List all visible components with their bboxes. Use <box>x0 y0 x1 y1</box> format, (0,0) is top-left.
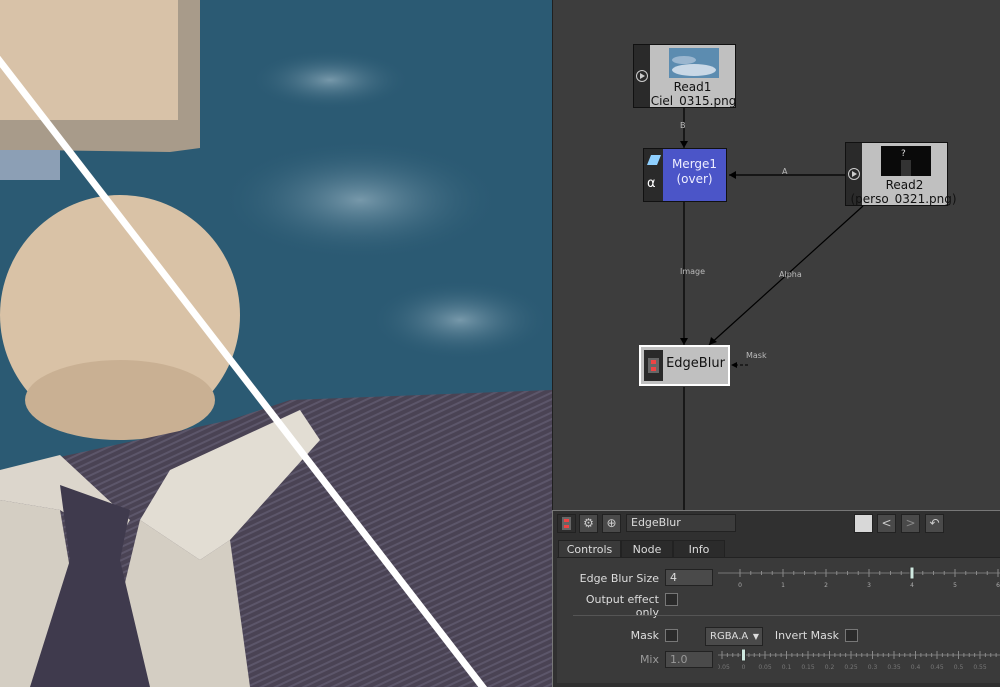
edge-blur-tick-label: 2 <box>824 582 828 589</box>
edgeblur-node[interactable]: EdgeBlur <box>639 345 730 386</box>
mix-tick-label: 0.4 <box>911 664 921 671</box>
mix-handle[interactable] <box>741 648 746 662</box>
mask-checkbox[interactable] <box>665 629 678 642</box>
color-swatch[interactable] <box>854 514 873 533</box>
invert-mask-checkbox[interactable] <box>845 629 858 642</box>
mix-tick-label: 0.35 <box>887 664 901 671</box>
mix-input[interactable]: 1.0 <box>665 651 713 668</box>
mix-tick-label: -0.05 <box>718 664 730 671</box>
mix-tick-label: 0.5 <box>954 664 964 671</box>
mix-tick-label: 0.15 <box>801 664 815 671</box>
node-name-field[interactable]: EdgeBlur <box>626 514 736 532</box>
edge-blur-tick-label: 6 <box>996 582 1000 589</box>
merge-mask-icon <box>647 155 661 165</box>
edge-blur-tick-label: 0 <box>738 582 742 589</box>
read1-thumbnail <box>669 48 719 78</box>
properties-panel: ⚙ ⊕ EdgeBlur < > ↶ Controls Node Info Ed… <box>552 510 1000 687</box>
invert-mask-label: Invert Mask <box>774 629 839 642</box>
mix-tick-label: 0 <box>742 664 746 671</box>
chevron-down-icon: ▼ <box>752 632 759 641</box>
tab-info[interactable]: Info <box>673 540 725 558</box>
merge1-op: (over) <box>676 172 713 186</box>
edgeblur-icon <box>648 358 659 373</box>
edge-blur-tick-label: 3 <box>867 582 871 589</box>
undo-icon[interactable]: ↶ <box>925 514 944 533</box>
edge-blur-size-label: Edge Blur Size <box>579 572 659 585</box>
edge-label-a: A <box>782 167 788 176</box>
edge-blur-tick-label: 1 <box>781 582 785 589</box>
mix-tick-label: 0.25 <box>844 664 858 671</box>
tab-controls[interactable]: Controls <box>558 540 621 558</box>
read2-thumbnail <box>881 146 931 176</box>
mix-tick-label: 0.2 <box>825 664 835 671</box>
edge-blur-size-slider[interactable]: 0 1 2 3 4 5 6 <box>718 566 1000 589</box>
read1-label: Read1 <box>673 80 712 94</box>
mix-tick-label: 0.55 <box>973 664 987 671</box>
gear-icon[interactable]: ⚙ <box>579 514 598 533</box>
viewer-image <box>0 0 552 687</box>
mix-tick-label: 0.1 <box>782 664 792 671</box>
merge1-label: Merge1 <box>671 157 718 171</box>
edge-label-mask: Mask <box>746 351 767 360</box>
nav-next-button[interactable]: > <box>901 514 920 533</box>
play-icon[interactable] <box>636 70 648 82</box>
edge-blur-tick-label: 4 <box>910 582 914 589</box>
read2-node[interactable]: ? Read2 (perso_0321.png) <box>845 142 957 206</box>
tab-node[interactable]: Node <box>621 540 673 558</box>
divider <box>573 615 1000 616</box>
read2-label: Read2 <box>885 178 924 192</box>
read2-thumb-glyph: ? <box>901 149 906 159</box>
read1-node[interactable]: Read1 Ciel_0315.png <box>633 44 736 108</box>
read1-file: Ciel_0315.png <box>650 94 737 108</box>
read2-file: (perso_0321.png) <box>850 192 957 206</box>
edge-label-alpha: Alpha <box>779 270 802 279</box>
output-effect-checkbox[interactable] <box>665 593 678 606</box>
edgeblur-label: EdgeBlur <box>666 356 725 371</box>
nav-prev-button[interactable]: < <box>877 514 896 533</box>
mix-tick-label: 0.45 <box>930 664 944 671</box>
plus-circle-icon[interactable]: ⊕ <box>602 514 621 533</box>
merge1-node[interactable]: α Merge1 (over) <box>643 148 727 202</box>
mask-channel-select[interactable]: RGBA.A ▼ <box>705 627 763 646</box>
edge-label-image: Image <box>680 267 706 276</box>
play-icon[interactable] <box>848 168 860 180</box>
mask-channel-value: RGBA.A <box>710 631 749 642</box>
mix-slider[interactable]: -0.05 0 0.05 0.1 0.15 0.2 0.25 0.3 0.35 0.4 0.45 0.… <box>714 648 1000 671</box>
mix-tick-label: 0.3 <box>868 664 878 671</box>
edge-label-b: B <box>680 121 686 130</box>
mix-label: Mix <box>639 653 659 666</box>
edge-blur-handle[interactable] <box>909 566 915 580</box>
mix-tick-label: 0.05 <box>758 664 772 671</box>
mask-label: Mask <box>630 629 659 642</box>
edge-blur-tick-label: 5 <box>953 582 957 589</box>
alpha-icon: α <box>647 176 656 191</box>
viewer-panel[interactable] <box>0 0 552 687</box>
edgeblur-icon[interactable] <box>557 514 576 533</box>
edge-blur-size-input[interactable]: 4 <box>665 569 713 586</box>
